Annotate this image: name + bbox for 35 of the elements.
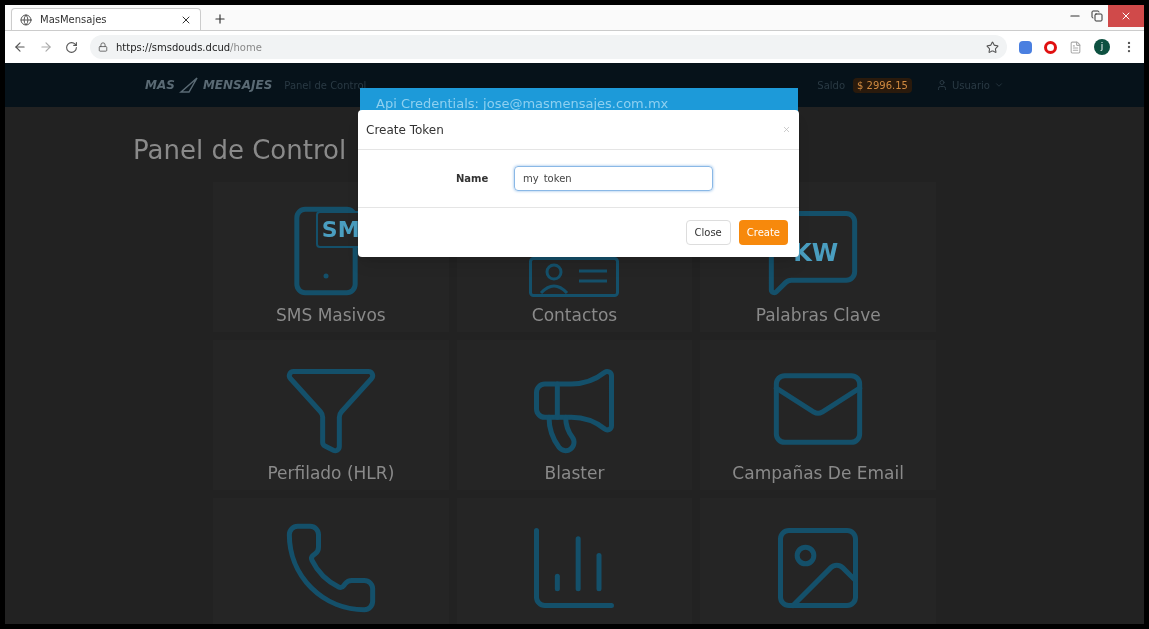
lock-icon [98, 42, 108, 52]
bookmark-star-icon[interactable] [986, 40, 999, 54]
new-tab-icon[interactable] [213, 12, 227, 26]
brand-logo[interactable]: MAS [145, 76, 175, 94]
name-input[interactable]: my_token [514, 166, 713, 191]
card-label: Palabras Clave [755, 303, 881, 327]
card-label: Blaster [544, 461, 605, 485]
close-button[interactable]: Close [685, 220, 731, 245]
url-text: https://smsdouds.dcud/home [116, 40, 262, 55]
user-icon [936, 79, 948, 91]
reload-icon[interactable] [65, 40, 78, 54]
address-bar[interactable]: https://smsdouds.dcud/home [90, 35, 1007, 59]
brand-logo[interactable]: MENSAJES [202, 76, 273, 94]
restore-icon[interactable] [1091, 10, 1103, 22]
profile-avatar[interactable]: j [1094, 39, 1110, 55]
browser-tab[interactable]: MasMensajes [11, 8, 201, 30]
card-label: Campañas De Email [732, 461, 904, 485]
dialog-title: Create Token [366, 121, 444, 139]
card-label: SMS Masivos [276, 303, 386, 327]
create-button[interactable]: Create [738, 220, 788, 245]
close-icon [1120, 10, 1132, 22]
forward-icon[interactable] [39, 40, 53, 54]
page-title: Panel de Control [133, 134, 348, 167]
field-label: Name [456, 172, 490, 186]
card-label: Perfilado (HLR) [267, 461, 395, 485]
document-icon[interactable] [1069, 40, 1082, 54]
icon-label: SM [321, 216, 360, 242]
card-label: Contactos [531, 303, 618, 327]
back-icon[interactable] [13, 40, 27, 54]
contact-card-icon [529, 256, 620, 297]
back-modal-title: Api Credentials: jose@masmensajes.com.mx [376, 95, 669, 113]
globe-icon [20, 13, 32, 26]
balance-badge: $ 2996.15 [853, 77, 912, 93]
ring-extension-icon[interactable] [1044, 40, 1057, 54]
caret-icon [994, 80, 1004, 90]
